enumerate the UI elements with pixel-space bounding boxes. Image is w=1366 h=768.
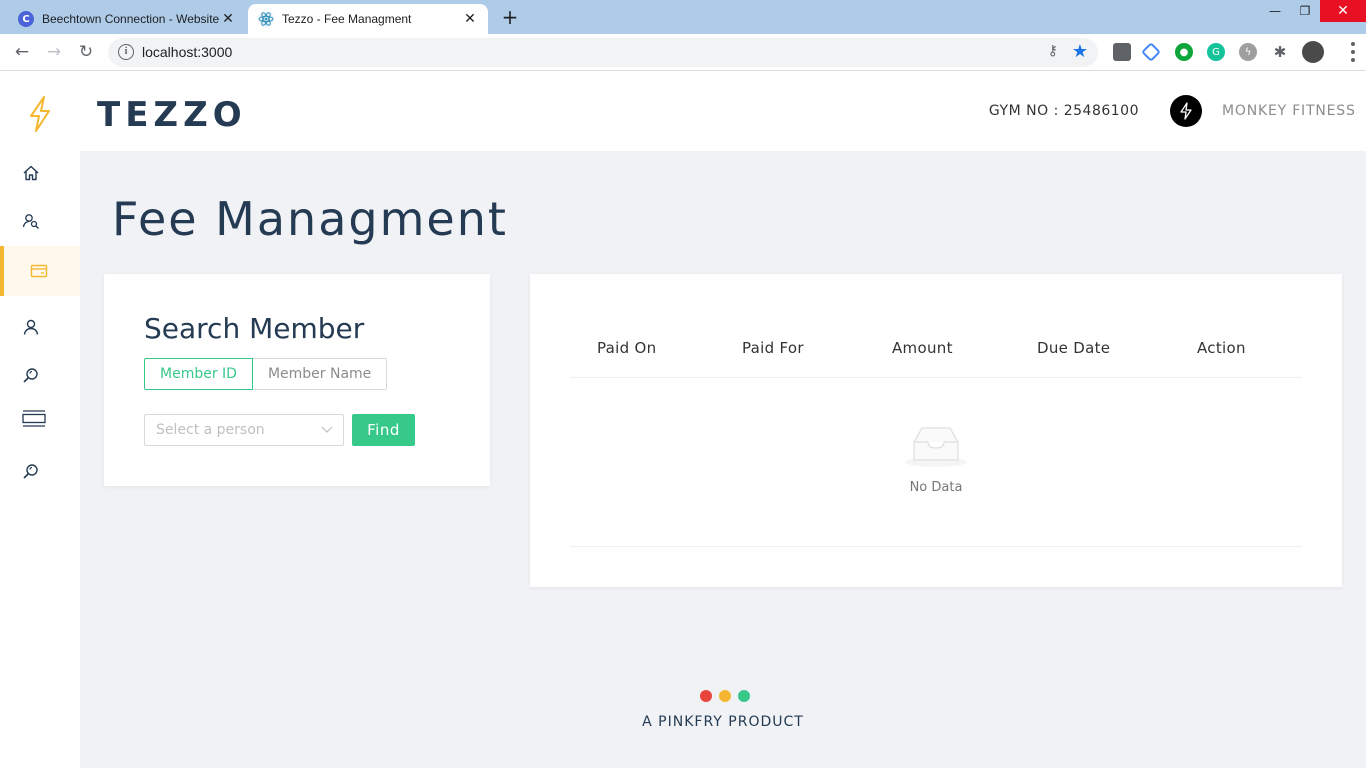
react-icon [258,11,274,27]
browser-menu-icon[interactable] [1350,42,1356,62]
gym-number: GYM NO : 25486100 [988,103,1139,119]
gym-name[interactable]: MONKEY FITNESS [1222,103,1356,119]
sidebar [0,71,80,768]
extensions-puzzle-icon[interactable]: ✱ [1271,43,1289,61]
fee-table-card: Paid On Paid For Amount Due Date Action … [530,274,1342,587]
tab-label: Beechtown Connection - Website [42,12,220,26]
tab-close-icon[interactable]: ✕ [462,11,478,27]
url-text: localhost:3000 [142,44,233,60]
find-button[interactable]: Find [352,414,415,446]
search-member-title: Search Member [144,312,365,345]
table-bottom-divider [570,546,1302,547]
browser-tab-tezzo[interactable]: Tezzo - Fee Managment ✕ [248,4,488,34]
new-tab-icon[interactable]: + [498,6,522,30]
yellow-dot-icon [719,690,731,702]
tab-close-icon[interactable]: ✕ [220,11,236,27]
empty-inbox-icon [905,427,967,467]
sidebar-item-search[interactable] [0,351,80,399]
browser-tab-strip: C Beechtown Connection - Website ✕ Tezzo… [0,0,1366,34]
profile-avatar[interactable] [1302,41,1324,63]
person-select[interactable]: Select a person [144,414,344,446]
browser-toolbar: ← → ↻ i localhost:3000 ⚷ ★ ● G ϟ ✱ [0,34,1366,71]
sidebar-item-profile[interactable] [0,303,80,351]
bolt-extension-icon[interactable]: ϟ [1239,43,1257,61]
eyedropper-extension-icon[interactable] [1113,43,1131,61]
tezzo-logo: TEZZO [97,95,247,135]
sidebar-item-fee-management[interactable] [0,246,80,296]
member-id-option[interactable]: Member ID [144,358,253,390]
site-c-icon: C [18,11,34,27]
gym-avatar[interactable] [1170,95,1202,127]
person-select-placeholder: Select a person [156,422,265,438]
column-header-action: Action [1197,339,1246,357]
table-header: Paid On Paid For Amount Due Date Action [570,330,1302,378]
browser-tab-beechtown[interactable]: C Beechtown Connection - Website ✕ [8,4,246,34]
column-header-amount: Amount [892,339,953,357]
footer-dots [84,690,1366,702]
user-icon [23,319,39,335]
sidebar-item-member-search[interactable] [0,197,80,245]
app-header: TEZZO GYM NO : 25486100 MONKEY FITNESS [0,71,1366,151]
restore-icon[interactable]: ❐ [1290,0,1320,22]
diamond-extension-icon[interactable] [1141,42,1161,62]
column-header-paid-on: Paid On [597,339,657,357]
no-data-text: No Data [909,480,963,495]
grammarly-icon[interactable]: G [1207,43,1225,61]
reload-icon[interactable]: ↻ [74,40,98,64]
brand-bolt-icon[interactable] [26,95,54,137]
back-icon[interactable]: ← [10,40,34,64]
window-close-icon[interactable]: ✕ [1320,0,1366,22]
column-header-paid-for: Paid For [742,339,804,357]
footer: A PINKFRY PRODUCT [80,690,1366,730]
member-name-option[interactable]: Member Name [252,358,388,390]
card-icon [30,264,48,278]
sidebar-item-list[interactable] [0,395,80,443]
red-dot-icon [700,690,712,702]
chevron-down-icon [321,415,333,456]
sidebar-item-search-2[interactable] [0,447,80,495]
green-dot-icon [738,690,750,702]
home-icon [23,165,39,181]
list-icon [22,410,46,427]
search-member-card: Search Member Member ID Member Name Sele… [104,274,490,486]
info-icon[interactable]: i [118,44,134,60]
user-search-icon [22,214,39,229]
table-empty-state: No Data [530,424,1342,495]
search-mode-toggle: Member ID Member Name [144,358,388,390]
forward-icon[interactable]: → [42,40,66,64]
sidebar-item-home[interactable] [0,149,80,197]
window-controls: — ❐ ✕ [1260,0,1366,22]
search-icon [23,368,38,383]
key-icon[interactable]: ⚷ [1048,43,1058,59]
tab-label: Tezzo - Fee Managment [282,12,412,26]
bookmark-star-icon[interactable]: ★ [1072,41,1088,62]
search-icon [23,464,38,479]
page-title: Fee Managment [112,192,508,246]
address-bar[interactable]: i localhost:3000 ⚷ ★ [108,38,1098,67]
chat-extension-icon[interactable]: ● [1175,43,1193,61]
bolt-icon [1180,102,1192,120]
footer-text: A PINKFRY PRODUCT [642,714,804,730]
minimize-icon[interactable]: — [1260,0,1290,22]
column-header-due-date: Due Date [1037,339,1111,357]
